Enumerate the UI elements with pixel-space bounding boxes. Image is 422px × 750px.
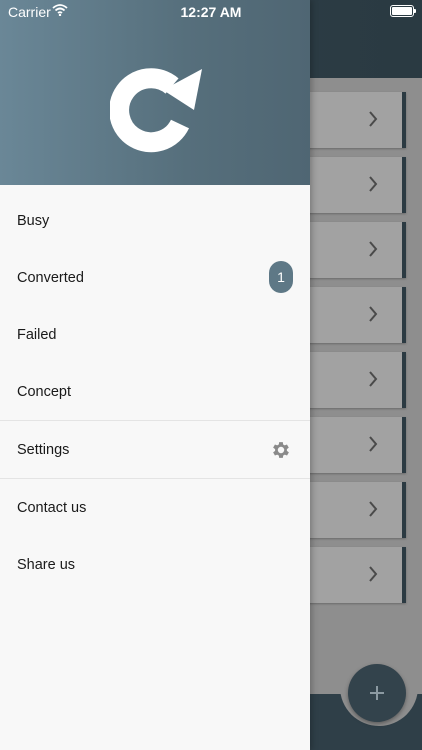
chevron-right-icon <box>369 111 378 127</box>
list-item[interactable] <box>300 222 406 278</box>
chevron-right-icon <box>369 306 378 322</box>
chevron-right-icon <box>369 371 378 387</box>
status-bar: Carrier 12:27 AM <box>0 0 422 22</box>
menu-item-label: Busy <box>17 212 50 229</box>
menu-item-label: Concept <box>17 383 72 400</box>
menu-item-settings[interactable]: Settings <box>0 420 310 478</box>
list-item[interactable] <box>300 157 406 213</box>
chevron-right-icon <box>369 566 378 582</box>
list-item[interactable] <box>300 92 406 148</box>
menu-item-failed[interactable]: Failed <box>0 306 310 363</box>
list-item[interactable] <box>300 482 406 538</box>
menu-item-busy[interactable]: Busy <box>0 192 310 249</box>
status-time: 12:27 AM <box>180 4 242 20</box>
list-item[interactable] <box>300 547 406 603</box>
navigation-drawer: Busy Converted 1 Failed Concept Settings… <box>0 0 310 750</box>
menu-item-contact-us[interactable]: Contact us <box>0 478 310 536</box>
gear-icon <box>273 442 289 458</box>
chevron-right-icon <box>369 241 378 257</box>
drawer-header <box>0 0 310 185</box>
menu-item-label: Settings <box>17 441 70 458</box>
menu-item-concept[interactable]: Concept <box>0 363 310 420</box>
refresh-arrow-icon <box>110 68 202 153</box>
menu-item-converted[interactable]: Converted 1 <box>0 249 310 306</box>
count-badge: 1 <box>269 261 293 293</box>
menu-item-label: Share us <box>17 556 76 573</box>
list-item[interactable] <box>300 287 406 343</box>
menu-item-label: Contact us <box>17 499 87 516</box>
list-item[interactable] <box>300 417 406 473</box>
list-item[interactable] <box>300 352 406 408</box>
menu-item-share-us[interactable]: Share us <box>0 536 310 593</box>
chevron-right-icon <box>369 436 378 452</box>
battery-icon <box>390 5 416 17</box>
menu-item-label: Converted <box>17 269 84 286</box>
chevron-right-icon <box>369 176 378 192</box>
drawer-menu: Busy Converted 1 Failed Concept Settings… <box>0 192 310 593</box>
add-button[interactable] <box>348 664 406 722</box>
menu-item-label: Failed <box>17 326 57 343</box>
plus-icon <box>370 686 384 700</box>
chevron-right-icon <box>369 501 378 517</box>
